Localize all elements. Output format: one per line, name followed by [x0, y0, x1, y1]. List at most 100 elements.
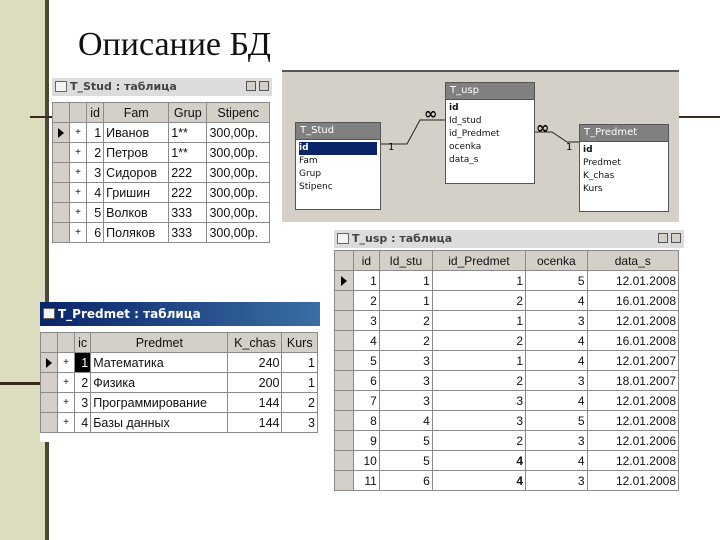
entity-t-stud[interactable]: T_Stud id Fam Grup Stipenc [295, 122, 381, 210]
cell-stipenc[interactable]: 300,00р. [206, 122, 270, 143]
entity-field[interactable]: Grup [299, 168, 377, 181]
cell-id[interactable]: 8 [353, 410, 380, 431]
entity-field[interactable]: Kurs [583, 183, 665, 196]
cell-ocenka[interactable]: 4 [525, 330, 588, 351]
row-selector-header[interactable] [52, 102, 70, 123]
row-selector[interactable] [52, 202, 70, 223]
cell-grup[interactable]: 333 [168, 222, 208, 243]
expand-plus-icon[interactable]: + [57, 392, 75, 413]
cell-ocenka[interactable]: 3 [525, 430, 588, 451]
cell-id[interactable]: 6 [353, 370, 380, 391]
minimize-button[interactable] [658, 233, 668, 243]
entity-field[interactable]: id_Predmet [449, 128, 531, 141]
cell-grup[interactable]: 222 [168, 162, 208, 183]
column-header-kurs[interactable]: Kurs [281, 332, 318, 353]
cell-kurs[interactable]: 1 [281, 372, 318, 393]
cell-k-chas[interactable]: 144 [227, 412, 283, 433]
table-row[interactable]: 11 6 4 3 12.01.2008 [334, 470, 679, 491]
cell-id[interactable]: 1 [73, 352, 92, 373]
table-row[interactable]: 8 4 3 5 12.01.2008 [334, 410, 679, 431]
t-stud-titlebar[interactable]: T_Stud : таблица [52, 78, 272, 96]
row-selector[interactable] [52, 182, 70, 203]
column-header-predmet[interactable]: Predmet [90, 332, 229, 353]
row-selector[interactable] [334, 430, 354, 451]
cell-id-stud[interactable]: 3 [378, 390, 433, 411]
maximize-button[interactable] [259, 81, 269, 91]
cell-id[interactable]: 3 [85, 162, 105, 183]
cell-stipenc[interactable]: 300,00р. [206, 162, 270, 183]
cell-ocenka[interactable]: 3 [525, 370, 588, 391]
cell-kurs[interactable]: 2 [281, 392, 318, 413]
cell-grup[interactable]: 222 [168, 182, 208, 203]
cell-id[interactable]: 5 [353, 350, 380, 371]
row-selector[interactable] [52, 142, 70, 163]
cell-stipenc[interactable]: 300,00р. [206, 182, 270, 203]
row-selector[interactable] [334, 350, 354, 371]
cell-data-s[interactable]: 12.01.2008 [586, 270, 679, 291]
entity-field[interactable]: id [449, 102, 531, 115]
row-selector-header[interactable] [334, 250, 354, 271]
table-row[interactable]: +3 Сидоров 222 300,00р. [52, 162, 270, 183]
entity-field[interactable]: K_chas [583, 170, 665, 183]
expand-plus-icon[interactable]: + [57, 412, 75, 433]
row-selector[interactable] [334, 370, 354, 391]
row-selector[interactable] [334, 410, 354, 431]
cell-kurs[interactable]: 3 [281, 412, 318, 433]
cell-id[interactable]: 2 [73, 372, 92, 393]
minimize-button[interactable] [246, 81, 256, 91]
cell-k-chas[interactable]: 200 [227, 372, 283, 393]
table-row[interactable]: 5 3 1 4 12.01.2007 [334, 350, 679, 371]
entity-t-predmet[interactable]: T_Predmet id Predmet K_chas Kurs [579, 124, 669, 212]
cell-id-predmet[interactable]: 2 [431, 290, 527, 311]
entity-field[interactable]: Stipenc [299, 181, 377, 194]
cell-id[interactable]: 3 [353, 310, 380, 331]
cell-ocenka[interactable]: 5 [525, 410, 588, 431]
expand-plus-icon[interactable]: + [69, 122, 87, 143]
cell-id[interactable]: 1 [353, 270, 380, 291]
expand-plus-icon[interactable]: + [69, 162, 87, 183]
cell-id-predmet[interactable]: 4 [431, 470, 527, 491]
cell-id-stud[interactable]: 2 [378, 330, 433, 351]
cell-id-stud[interactable]: 5 [378, 450, 433, 471]
cell-id[interactable]: 4 [85, 182, 105, 203]
entity-field[interactable]: Fam [299, 155, 377, 168]
cell-predmet[interactable]: Физика [90, 372, 229, 393]
cell-k-chas[interactable]: 144 [227, 392, 283, 413]
table-row[interactable]: 6 3 2 3 18.01.2007 [334, 370, 679, 391]
cell-fam[interactable]: Гришин [103, 182, 170, 203]
cell-predmet[interactable]: Программирование [90, 392, 229, 413]
row-selector-header[interactable] [40, 332, 58, 353]
entity-field[interactable]: data_s [449, 154, 531, 167]
row-selector[interactable] [334, 470, 354, 491]
cell-id-predmet[interactable]: 2 [431, 330, 527, 351]
column-header-stipenc[interactable]: Stipenc [206, 102, 270, 123]
cell-data-s[interactable]: 16.01.2008 [586, 330, 679, 351]
cell-grup[interactable]: 1** [168, 142, 208, 163]
cell-data-s[interactable]: 12.01.2008 [586, 310, 679, 331]
cell-id-predmet[interactable]: 4 [431, 450, 527, 471]
cell-ocenka[interactable]: 4 [525, 350, 588, 371]
cell-id-stud[interactable]: 3 [378, 370, 433, 391]
cell-fam[interactable]: Иванов [103, 122, 170, 143]
expand-plus-icon[interactable]: + [69, 182, 87, 203]
row-selector[interactable] [52, 162, 70, 183]
cell-id-predmet[interactable]: 2 [431, 430, 527, 451]
cell-ocenka[interactable]: 4 [525, 390, 588, 411]
cell-id-predmet[interactable]: 1 [431, 310, 527, 331]
cell-kurs[interactable]: 1 [281, 352, 318, 373]
table-row[interactable]: 9 5 2 3 12.01.2006 [334, 430, 679, 451]
cell-id[interactable]: 6 [85, 222, 105, 243]
row-selector[interactable] [334, 390, 354, 411]
table-row[interactable]: +3 Программирование 144 2 [40, 392, 318, 413]
entity-field[interactable]: ocenka [449, 141, 531, 154]
cell-id[interactable]: 7 [353, 390, 380, 411]
row-selector[interactable] [40, 392, 58, 413]
table-row[interactable]: +2 Физика 200 1 [40, 372, 318, 393]
cell-ocenka[interactable]: 3 [525, 310, 588, 331]
row-selector[interactable] [334, 450, 354, 471]
cell-stipenc[interactable]: 300,00р. [206, 202, 270, 223]
entity-t-usp[interactable]: T_usp id Id_stud id_Predmet ocenka data_… [445, 82, 535, 184]
current-row-arrow-icon[interactable] [334, 270, 354, 291]
cell-data-s[interactable]: 12.01.2008 [586, 470, 679, 491]
cell-predmet[interactable]: Базы данных [90, 412, 229, 433]
